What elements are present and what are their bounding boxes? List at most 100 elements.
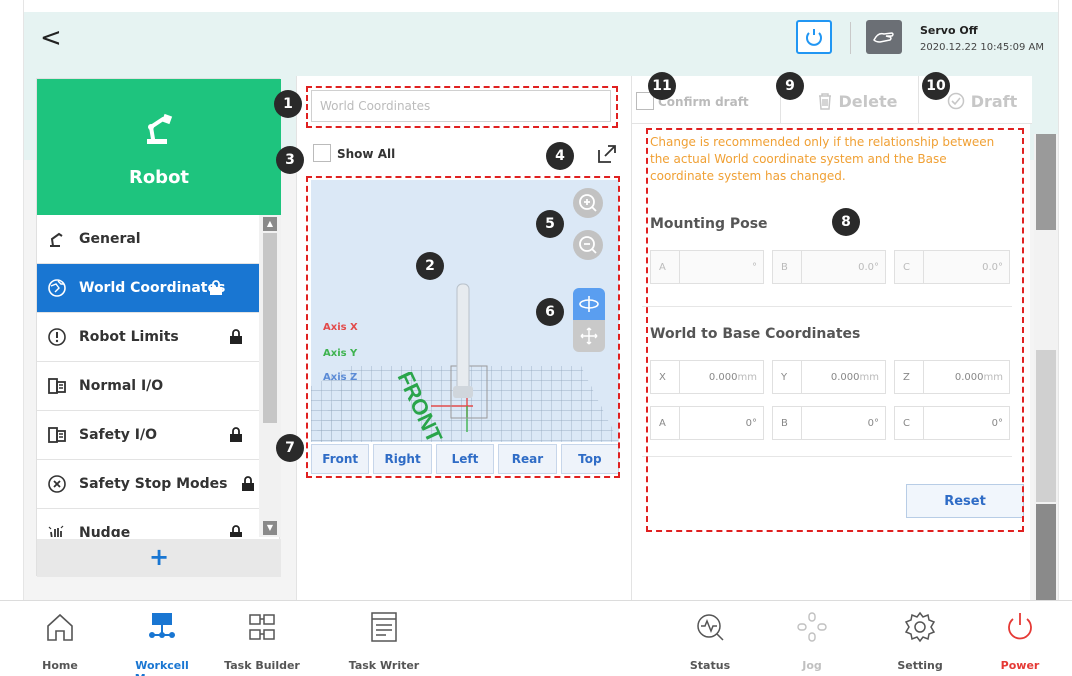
marker-10: 10 xyxy=(922,72,950,100)
callout-box-2 xyxy=(306,176,620,478)
lock-icon xyxy=(210,280,222,295)
lock-icon xyxy=(242,476,254,491)
right-toolbar: Confirm draft Delete Draft xyxy=(632,76,1032,124)
delete-button[interactable]: Delete xyxy=(802,88,912,114)
robot-arm-icon xyxy=(147,113,173,144)
top-divider xyxy=(850,22,851,54)
task-builder-icon xyxy=(249,614,275,640)
limit-icon xyxy=(47,327,67,347)
nav-task-builder[interactable]: Task Builder xyxy=(212,609,312,673)
marker-4: 4 xyxy=(546,142,574,170)
sidebar-item-robot-limits[interactable]: Robot Limits xyxy=(37,313,259,362)
io-icon xyxy=(47,376,67,396)
marker-1: 1 xyxy=(274,90,302,118)
lock-icon xyxy=(230,525,242,537)
bottom-nav: Home Workcell Manager Task Builder Task … xyxy=(0,600,1072,676)
nav-label: Workcell Manager xyxy=(135,659,189,676)
content-area: Robot General World Coordinates Robot Li… xyxy=(24,64,1058,600)
check-circle-icon xyxy=(947,92,964,110)
refresh-icon xyxy=(806,29,822,46)
robot-header[interactable]: Robot xyxy=(37,79,281,215)
nav-task-writer[interactable]: Task Writer xyxy=(334,609,434,673)
callout-box-8 xyxy=(646,128,1024,532)
draft-label: Draft xyxy=(970,91,1018,111)
trash-icon xyxy=(818,93,831,110)
refresh-button[interactable] xyxy=(796,20,832,54)
scroll-down-icon[interactable] xyxy=(1036,504,1056,600)
frame-right xyxy=(1058,0,1072,600)
sidebar-item-general[interactable]: General xyxy=(37,215,259,264)
robot-panel: Robot General World Coordinates Robot Li… xyxy=(36,78,281,577)
settings-scrollbar[interactable] xyxy=(1034,134,1058,600)
sidebar-item-label: General xyxy=(79,231,141,247)
nav-label: Setting xyxy=(897,659,943,672)
jog-icon xyxy=(797,612,827,642)
nav-label: Status xyxy=(689,659,731,672)
marker-5: 5 xyxy=(536,210,564,238)
callout-box-1 xyxy=(306,86,618,128)
sidebar-item-safety-stop-modes[interactable]: Safety Stop Modes xyxy=(37,460,259,509)
robot-nav-list: General World Coordinates Robot Limits N… xyxy=(37,215,259,537)
show-all-checkbox[interactable] xyxy=(313,144,331,162)
add-button[interactable]: + xyxy=(37,539,281,577)
back-button[interactable]: < xyxy=(40,25,64,51)
scroll-up-icon[interactable] xyxy=(1036,134,1056,230)
marker-3: 3 xyxy=(276,146,304,174)
robot-nav-scrollbar[interactable]: ▲ ▼ xyxy=(259,215,281,537)
lock-icon xyxy=(230,427,242,442)
marker-11: 11 xyxy=(648,72,676,100)
nav-label: Task Writer xyxy=(348,659,420,672)
io-icon xyxy=(47,425,67,445)
delete-label: Delete xyxy=(838,91,898,111)
scroll-down-icon[interactable]: ▼ xyxy=(263,521,277,535)
sidebar-item-safety-io[interactable]: Safety I/O xyxy=(37,411,259,460)
nav-label: Task Builder xyxy=(224,659,300,672)
marker-6: 6 xyxy=(536,298,564,326)
lock-icon xyxy=(230,329,242,344)
sidebar-item-nudge[interactable]: Nudge xyxy=(37,509,259,537)
show-all-label: Show All xyxy=(337,147,396,161)
nav-status[interactable]: Status xyxy=(660,609,760,673)
scroll-up-icon[interactable]: ▲ xyxy=(263,217,277,231)
nav-jog[interactable]: Jog xyxy=(762,609,862,673)
confirm-draft-label: Confirm draft xyxy=(658,95,749,109)
sidebar-item-normal-io[interactable]: Normal I/O xyxy=(37,362,259,411)
scrollbar-thumb[interactable] xyxy=(1036,350,1056,502)
sidebar-item-label: World Coordinates xyxy=(79,280,226,296)
sidebar-item-label: Safety I/O xyxy=(79,427,158,443)
nav-workcell-manager[interactable]: Workcell Manager xyxy=(112,609,212,676)
top-bar: < Servo Off 2020.12.22 10:45:09 AM xyxy=(24,12,1058,64)
scrollbar-thumb[interactable] xyxy=(263,233,277,423)
frame-left xyxy=(0,0,24,600)
nav-power[interactable]: Power xyxy=(970,609,1070,673)
marker-2: 2 xyxy=(416,252,444,280)
expand-icon[interactable] xyxy=(597,144,617,164)
workcell-icon xyxy=(149,613,175,638)
marker-7: 7 xyxy=(276,434,304,462)
sidebar-item-world-coordinates[interactable]: World Coordinates xyxy=(37,264,259,313)
home-icon xyxy=(47,613,73,641)
servo-status: Servo Off xyxy=(920,24,978,37)
gear-icon xyxy=(904,611,936,643)
task-writer-icon xyxy=(371,612,397,642)
robot-title: Robot xyxy=(128,167,190,188)
nav-label: Power xyxy=(1000,659,1040,672)
toolbar-divider xyxy=(918,76,919,124)
status-icon xyxy=(697,614,724,641)
nav-label: Home xyxy=(42,659,78,672)
nav-setting[interactable]: Setting xyxy=(870,609,970,673)
robot-arm-icon xyxy=(47,229,67,249)
marker-8: 8 xyxy=(832,208,860,236)
marker-9: 9 xyxy=(776,72,804,100)
sidebar-item-label: Robot Limits xyxy=(79,329,179,345)
stop-icon xyxy=(47,474,67,494)
servo-icon[interactable] xyxy=(866,20,902,54)
globe-icon xyxy=(47,278,67,298)
nav-home[interactable]: Home xyxy=(10,609,110,673)
frame-top xyxy=(0,0,1072,12)
hand-icon xyxy=(47,523,67,537)
sidebar-item-label: Nudge xyxy=(79,525,131,537)
nav-label: Jog xyxy=(802,659,822,672)
power-icon xyxy=(1008,613,1032,640)
sidebar-item-label: Safety Stop Modes xyxy=(79,476,228,492)
